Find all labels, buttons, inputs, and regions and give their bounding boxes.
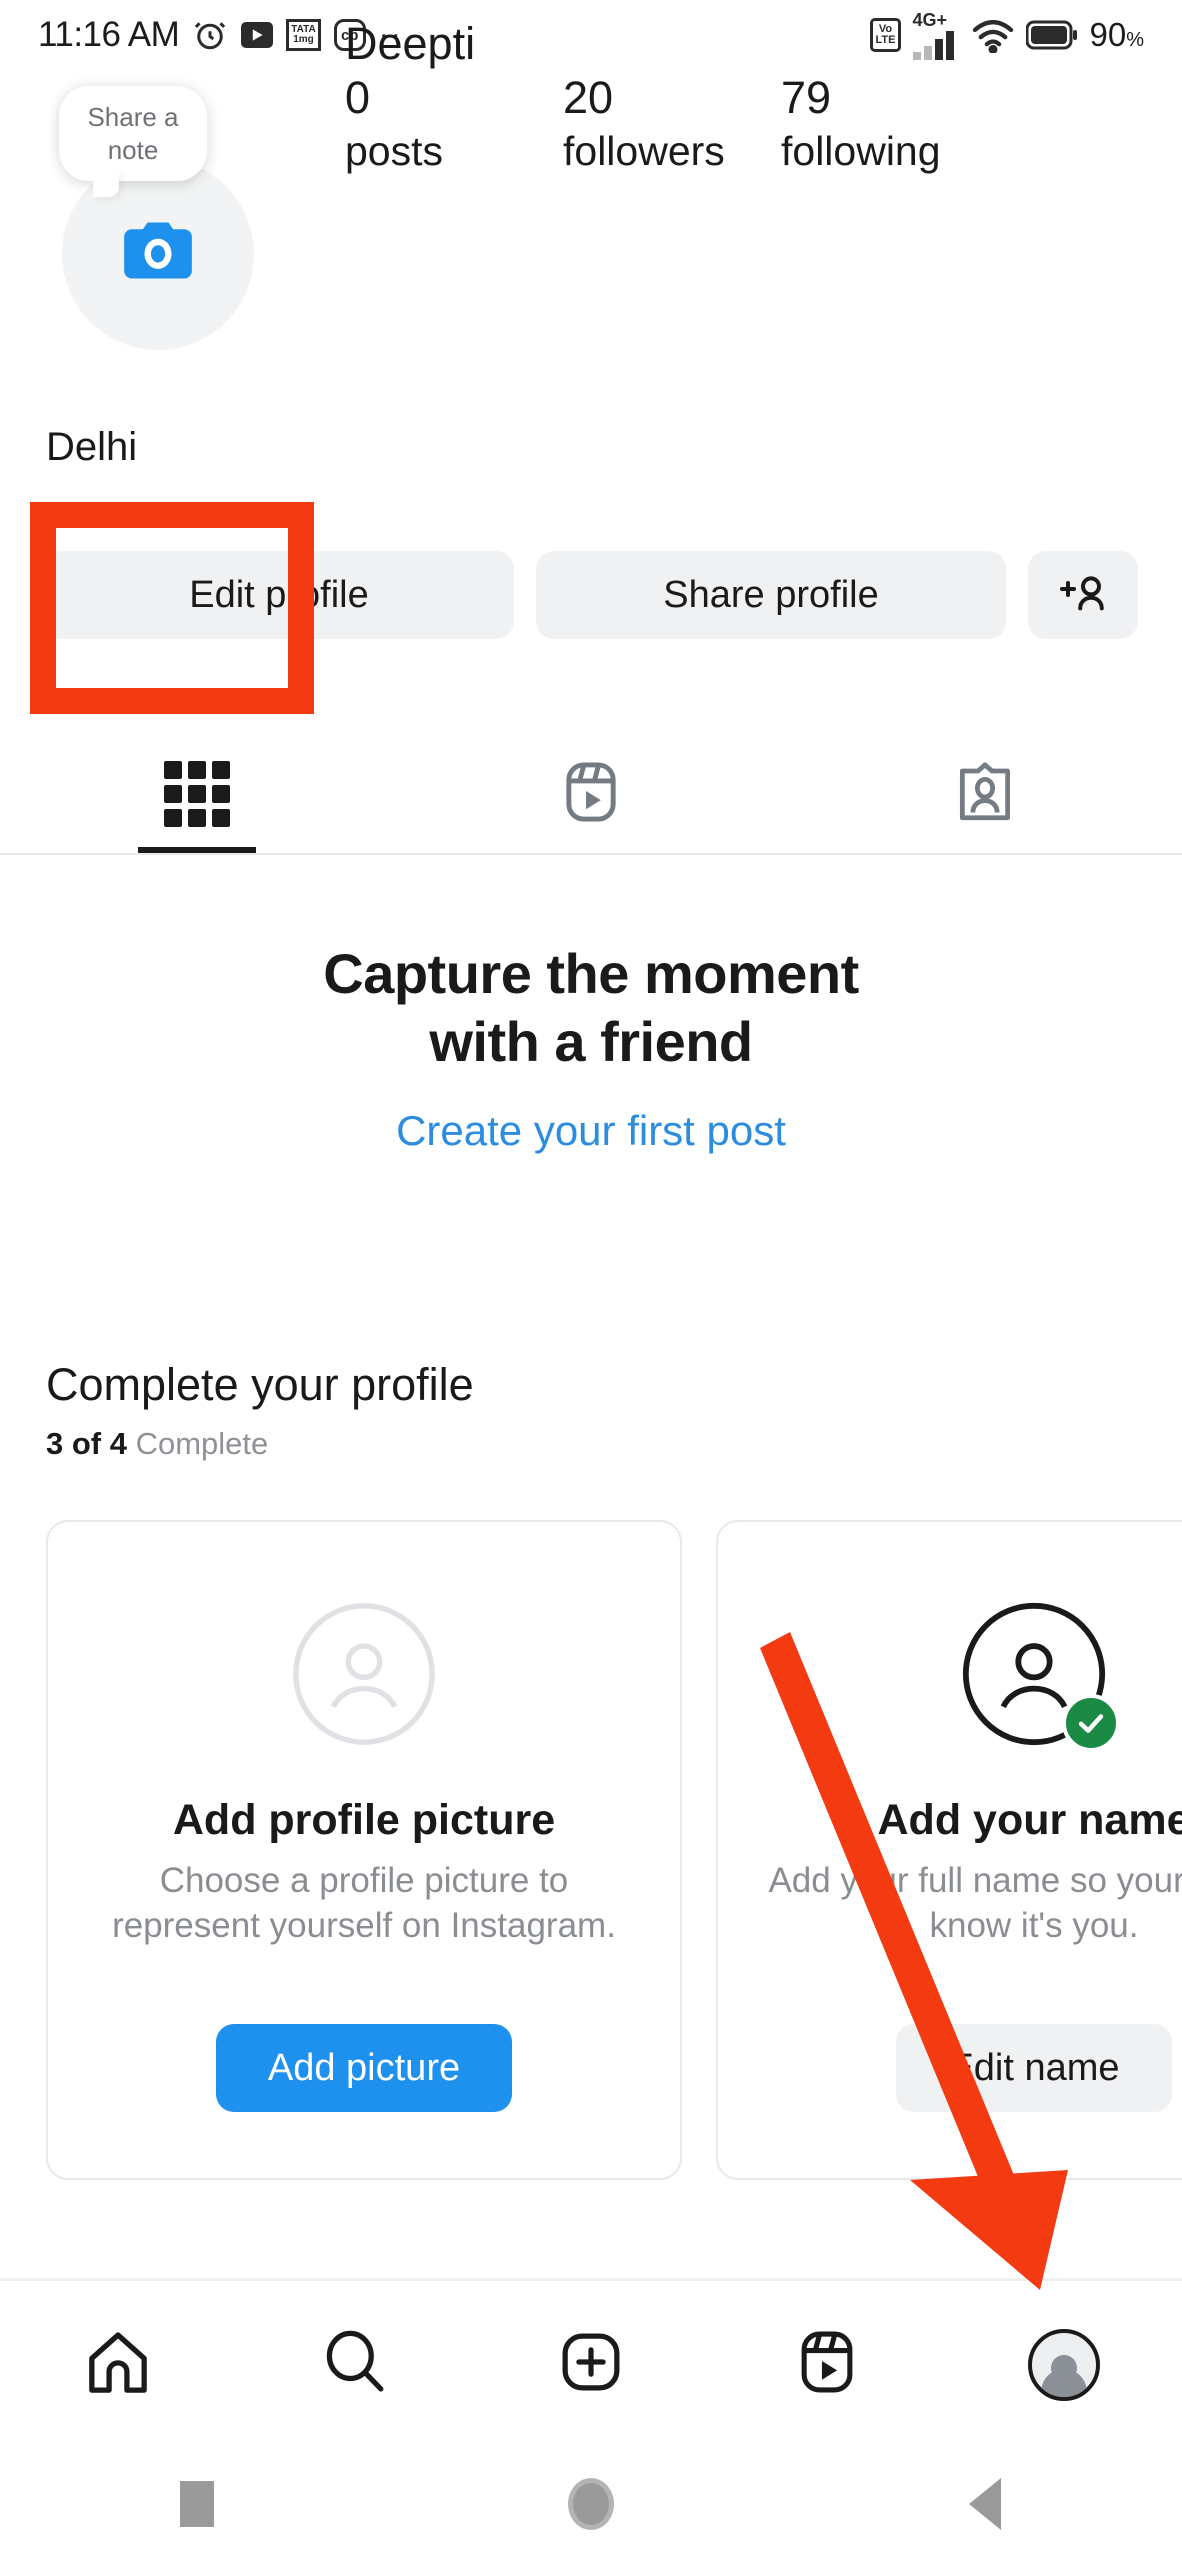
nav-profile[interactable]: [946, 2328, 1182, 2401]
back-triangle-icon: [969, 2478, 1001, 2530]
battery-icon: [1026, 19, 1078, 51]
signal-icon: 4G+: [912, 11, 960, 60]
sidebar-item-reels-tab[interactable]: [394, 735, 788, 853]
add-person-button[interactable]: [1028, 551, 1138, 639]
plus-square-icon: [558, 2329, 624, 2400]
stat-posts-value: 0: [345, 72, 371, 123]
sys-back-button[interactable]: [788, 2478, 1182, 2530]
profile-avatar-icon: [1027, 2328, 1100, 2401]
complete-profile-cards: Add profile picture Choose a profile pic…: [46, 1520, 1182, 2180]
stat-following[interactable]: 79 following: [781, 70, 999, 176]
nav-search[interactable]: [236, 2329, 472, 2400]
avatar-placeholder-icon: [284, 1594, 444, 1754]
card-add-profile-picture[interactable]: Add profile picture Choose a profile pic…: [46, 1520, 682, 2180]
share-a-note-label: Share a note: [87, 102, 179, 165]
square-icon: [180, 2481, 214, 2527]
status-time: 11:16 AM: [38, 15, 180, 54]
share-profile-button[interactable]: Share profile: [536, 551, 1006, 639]
status-bar: 11:16 AM TATA 1mg cb ·· Vo LTE 4G+ 90%: [0, 0, 1182, 70]
alarm-icon: [192, 17, 228, 53]
tagged-icon: [956, 761, 1014, 828]
sidebar-item-grid-tab[interactable]: [0, 735, 394, 853]
stat-posts[interactable]: 0 posts: [345, 70, 563, 176]
complete-profile-progress-label: Complete: [135, 1425, 269, 1461]
tata-1mg-icon: TATA 1mg: [286, 19, 321, 51]
stat-posts-label: posts: [345, 128, 443, 175]
card-title: Add profile picture: [172, 1796, 556, 1844]
nav-reels[interactable]: [709, 2329, 945, 2400]
profile-action-row: Edit profile Share profile: [0, 545, 1182, 645]
youtube-icon: [241, 22, 274, 48]
sys-home-button[interactable]: [394, 2478, 788, 2530]
volte-icon: Vo LTE: [869, 18, 902, 52]
profile-display-name: Deepti: [345, 18, 476, 69]
profile-avatar[interactable]: Share a note: [59, 86, 254, 350]
share-a-note-bubble[interactable]: Share a note: [59, 86, 207, 197]
edit-name-button[interactable]: Edit name: [896, 2024, 1172, 2112]
bottom-navigation-bar: [0, 2278, 1182, 2448]
sys-recents-button[interactable]: [0, 2481, 394, 2527]
reels-icon: [563, 760, 619, 829]
instagram-profile-screen: 11:16 AM TATA 1mg cb ·· Vo LTE 4G+ 90% S…: [0, 0, 1182, 2560]
add-person-icon: [1057, 570, 1109, 621]
avatar-check-icon: [954, 1594, 1120, 1754]
stat-followers-value: 20: [563, 72, 614, 123]
android-system-nav: [0, 2448, 1182, 2560]
sidebar-item-tagged-tab[interactable]: [788, 735, 1182, 853]
avatar-head: [1050, 2354, 1077, 2381]
stat-followers-label: followers: [563, 128, 725, 175]
profile-header: Share a note Deepti 0 posts 20 followers…: [0, 18, 1182, 490]
profile-bio-location: Delhi: [46, 425, 138, 469]
reels-icon: [799, 2329, 855, 2400]
add-picture-button[interactable]: Add picture: [215, 2024, 513, 2112]
edit-profile-button[interactable]: Edit profile: [44, 551, 514, 639]
empty-state-title-line2: with a friend: [429, 1010, 753, 1074]
completed-check-icon: [1062, 1694, 1120, 1752]
avatar: [1027, 2328, 1100, 2401]
stat-following-label: following: [781, 128, 941, 175]
card-description: Add your full name so your friends know …: [768, 1861, 1182, 1945]
stat-following-value: 79: [781, 72, 832, 123]
status-bar-right: Vo LTE 4G+ 90%: [869, 11, 1144, 60]
circle-icon: [568, 2478, 614, 2530]
complete-profile-progress: 3 of 4 Complete: [46, 1426, 1182, 1462]
empty-state: Capture the moment with a friend Create …: [0, 940, 1182, 1155]
battery-percent: 90%: [1089, 16, 1144, 53]
nav-create[interactable]: [473, 2329, 709, 2400]
stat-followers[interactable]: 20 followers: [563, 70, 781, 176]
complete-profile-progress-count: 3 of 4: [46, 1425, 127, 1461]
card-title: Add your name: [877, 1796, 1182, 1844]
camera-icon: [118, 215, 198, 294]
empty-state-title: Capture the moment with a friend: [0, 940, 1182, 1077]
grid-icon: [164, 761, 230, 827]
card-add-your-name[interactable]: Add your name Add your full name so your…: [716, 1520, 1182, 2180]
profile-stats: 0 posts 20 followers 79 following: [345, 70, 1065, 176]
home-icon: [84, 2330, 152, 2399]
avatar-placeholder[interactable]: [62, 158, 254, 350]
search-icon: [321, 2329, 389, 2400]
empty-state-title-line1: Capture the moment: [323, 942, 859, 1005]
profile-tab-bar: [0, 735, 1182, 855]
wifi-icon: [971, 17, 1015, 53]
complete-profile-section: Complete your profile 3 of 4 Complete: [0, 1360, 1182, 1462]
create-first-post-link[interactable]: Create your first post: [396, 1107, 786, 1155]
complete-profile-heading: Complete your profile: [46, 1359, 474, 1410]
nav-home[interactable]: [0, 2330, 236, 2399]
card-description: Choose a profile picture to represent yo…: [112, 1861, 616, 1945]
